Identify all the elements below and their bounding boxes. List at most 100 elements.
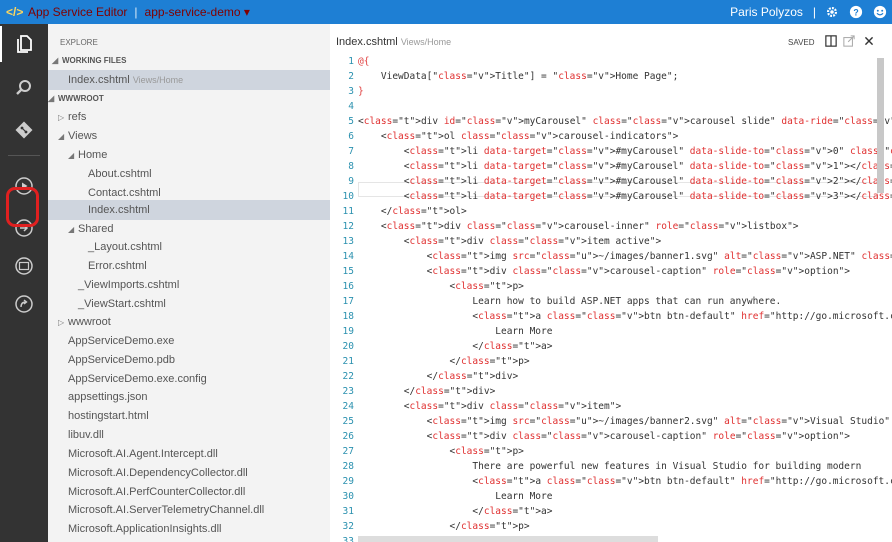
line-number: 1 [348,56,354,67]
code-line: <class="t">img src="class="u">~/images/b… [358,416,892,427]
line-number: 28 [342,461,354,472]
line-number: 2 [348,71,354,82]
tree-item[interactable]: ◢ Home [48,145,330,165]
tree-item[interactable]: appsettings.json [48,387,330,407]
tree-item[interactable]: Microsoft.AI.ServerTelemetryChannel.dll [48,500,330,520]
line-number: 29 [342,476,354,487]
tree-item[interactable]: libuv.dll [48,425,330,445]
editor-filepath: Views/Home [400,37,452,47]
line-number: 7 [348,146,354,157]
logo-icon: </> [6,5,24,19]
tree-item-label: _Layout.cshtml [88,241,162,253]
title-bar: </> App Service Editor | app-service-dem… [0,0,892,24]
code-editor[interactable]: Index.cshtml Views/Home SAVED 1 @{2 ViewD… [330,24,892,542]
code-line: @{ [358,56,370,67]
saved-status: SAVED [788,38,815,47]
search-icon[interactable] [0,70,48,106]
tree-item-label: Microsoft.AI.DependencyCollector.dll [68,467,248,479]
tree-item[interactable]: Microsoft.ApplicationInsights.dll [48,519,330,539]
line-number: 10 [342,191,354,202]
explorer-sidebar: EXPLORE ◢ WORKING FILES Index.cshtml View… [48,24,330,542]
tree-item[interactable]: ◢ Shared [48,219,330,239]
editor-filename-text: Index.cshtml [336,36,398,48]
app-name: App Service Editor [28,5,128,19]
close-icon[interactable] [862,34,876,48]
console-icon[interactable] [0,248,48,284]
vertical-scrollbar[interactable] [877,58,884,193]
tree-item[interactable]: Error.cshtml [48,256,330,276]
tree-item-selected[interactable]: Index.cshtml [48,200,330,220]
split-editor-icon[interactable] [824,34,838,48]
code-line: <class="t">div class="class="v">carousel… [358,431,850,442]
tree-item-label: Contact.cshtml [88,187,161,199]
tree-item[interactable]: _ViewStart.cshtml [48,294,330,314]
line-number: 23 [342,386,354,397]
tree-item[interactable]: Microsoft.AI.Agent.Intercept.dll [48,444,330,464]
svg-text:?: ? [853,8,858,18]
tree-item[interactable]: AppServiceDemo.pdb [48,350,330,370]
line-number: 30 [342,491,354,502]
line-number: 6 [348,131,354,142]
project-dropdown[interactable]: app-service-demo ▾ [145,5,250,19]
git-icon[interactable] [0,112,48,148]
code-line: <class="t">p> [358,281,524,292]
tree-item-label: Error.cshtml [88,260,147,272]
line-number: 27 [342,446,354,457]
code-line: </class="t">ol> [358,206,467,217]
line-number: 16 [342,281,354,292]
title-separator-2: | [812,5,816,19]
tree-item[interactable]: Microsoft.AI.PerfCounterCollector.dll [48,482,330,502]
horizontal-scrollbar[interactable] [358,536,658,542]
line-number: 14 [342,251,354,262]
tree-item-label: Microsoft.AI.ServerTelemetryChannel.dll [68,504,265,516]
line-number: 22 [342,371,354,382]
code-line: <class="t">div class="class="v">item"> [358,401,622,412]
app-window: </> App Service Editor | app-service-dem… [0,0,892,542]
tree-item-label: Microsoft.ApplicationInsights.dll [68,523,222,535]
tree-item[interactable]: _ViewImports.cshtml [48,275,330,295]
code-line: <class="t">a class="class="v">btn btn-de… [358,311,892,322]
line-number: 3 [348,86,354,97]
user-name[interactable]: Paris Polyzos [730,5,803,19]
code-line: There are powerful new features in Visua… [358,461,862,472]
tree-item[interactable]: _Layout.cshtml [48,237,330,257]
code-line: <class="t">a class="class="v">btn btn-de… [358,476,892,487]
tree-item[interactable]: Microsoft.AI.DependencyCollector.dll [48,463,330,483]
working-file-item[interactable]: Index.cshtml Views/Home [48,70,330,90]
line-number: 15 [342,266,354,277]
wwwroot-label: WWWROOT [58,94,104,103]
working-files-header[interactable]: ◢ WORKING FILES [48,51,330,71]
tree-item[interactable]: ▷ refs [48,107,330,127]
tree-item[interactable]: ▷ wwwroot [48,312,330,332]
open-preview-icon[interactable] [842,34,856,48]
files-icon[interactable] [0,26,48,62]
tree-item-label: Shared [78,223,114,235]
code-line: <class="t">li data-target="class="v">#my… [358,146,892,157]
publish-icon[interactable] [0,286,48,322]
code-line: <class="t">div class="class="v">item act… [358,236,662,247]
line-number: 17 [342,296,354,307]
code-line: </class="t">p> [358,521,530,532]
smiley-icon[interactable] [868,0,892,24]
line-number: 12 [342,221,354,232]
tree-item[interactable]: About.cshtml [48,164,330,184]
code-line: <class="t">div class="class="v">carousel… [358,221,799,232]
tree-item[interactable]: AppServiceDemo.exe [48,331,330,351]
wwwroot-header[interactable]: ◢ WWWROOT [48,89,330,109]
tree-item-label: appsettings.json [68,391,148,403]
line-number: 18 [342,311,354,322]
tree-item-label: Microsoft.AI.PerfCounterCollector.dll [68,486,246,498]
help-icon[interactable]: ? [844,0,868,24]
tree-item-label: Index.cshtml [88,204,150,216]
code-line: </class="t">div> [358,386,496,397]
line-number: 19 [342,326,354,337]
line-number: 24 [342,401,354,412]
gear-icon[interactable] [820,0,844,24]
line-number: 21 [342,356,354,367]
tree-item[interactable]: AppServiceDemo.exe.config [48,369,330,389]
tree-item[interactable]: ◢ Views [48,126,330,146]
tree-item[interactable]: hostingstart.html [48,406,330,426]
activity-bar [0,24,48,542]
line-number: 32 [342,521,354,532]
editor-header: Index.cshtml Views/Home SAVED [330,24,892,58]
